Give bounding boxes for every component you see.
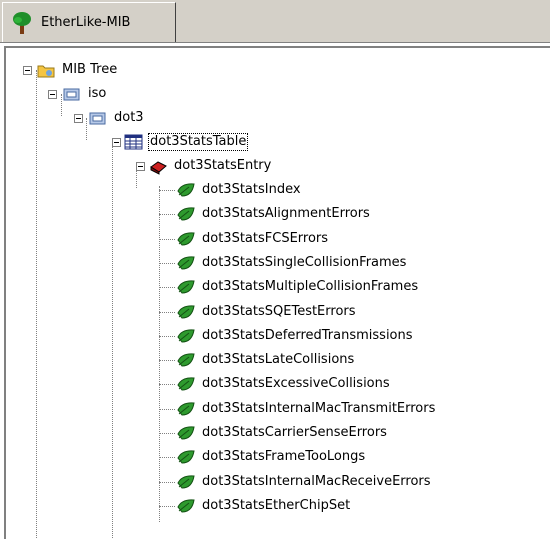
tree-node-dot3[interactable]: dot3 [88,108,146,128]
node-label: dot3StatsEtherChipSet [202,497,351,513]
tree-node-leaf[interactable]: dot3StatsMultipleCollisionFrames [176,277,420,297]
tree-connector [159,384,175,386]
tree-node-leaf[interactable]: dot3StatsEtherChipSet [176,496,352,516]
tree-node-leaf[interactable]: dot3StatsSingleCollisionFrames [176,253,408,273]
tree-connector [36,70,37,539]
collapse-toggle[interactable] [74,114,83,123]
tree-connector [159,408,175,410]
collapse-toggle[interactable] [23,66,32,75]
node-folder-icon [63,88,80,101]
leaf-icon [177,183,195,197]
node-label: iso [88,86,107,101]
node-label: dot3StatsTable [148,133,249,151]
node-label: dot3StatsFCSErrors [202,230,329,246]
tree-connector [159,190,175,191]
collapse-toggle[interactable] [112,138,121,147]
tree-node-leaf[interactable]: dot3StatsInternalMacReceiveErrors [176,472,433,492]
node-label: dot3StatsIndex [202,182,301,197]
tab-label: EtherLike-MIB [41,15,131,30]
node-label: dot3StatsSingleCollisionFrames [202,254,407,270]
leaf-icon [177,474,195,489]
tree-node-iso[interactable]: iso [62,84,108,104]
leaf-icon [177,450,195,464]
tree-connector [159,505,175,507]
node-label: dot3StatsSQETestErrors [202,303,356,319]
node-label: dot3 [114,110,144,125]
entry-icon [150,161,167,175]
node-label: dot3StatsMultipleCollisionFrames [202,279,419,295]
tab-etherlike-mib[interactable]: EtherLike-MIB [2,2,176,42]
leaf-icon [177,426,195,440]
mib-tree-icon [37,65,55,78]
tree-connector [159,287,175,289]
node-folder-icon [89,112,106,125]
node-label: dot3StatsFrameTooLongs [202,449,366,465]
node-label: MIB Tree [62,62,118,77]
tree-node-dot3statstable[interactable]: dot3StatsTable [124,132,249,152]
tree-connector [159,360,175,362]
tree-connector [159,186,160,522]
tree-connector [86,118,87,140]
leaf-icon [177,231,195,246]
tree-connector [159,433,175,434]
tree-connector [159,335,175,337]
collapse-toggle[interactable] [48,90,57,99]
tree-icon [13,11,31,34]
tree-connector [159,311,175,313]
tree-node-leaf[interactable]: dot3StatsIndex [176,180,303,200]
leaf-icon [177,280,195,294]
tree-node-leaf[interactable]: dot3StatsFCSErrors [176,229,330,249]
node-label: dot3StatsCarrierSenseErrors [202,425,387,440]
leaf-icon [177,329,195,343]
tree-node-leaf[interactable]: dot3StatsSQETestErrors [176,302,358,322]
leaf-icon [177,402,195,416]
node-label: dot3StatsInternalMacTransmitErrors [202,400,436,416]
tree-connector [159,481,175,483]
leaf-icon [177,353,195,367]
node-label: dot3StatsExcessiveCollisions [202,376,390,392]
tree-node-dot3statsentry[interactable]: dot3StatsEntry [148,156,273,176]
tree-connector [159,262,175,264]
tree-node-root[interactable]: MIB Tree [36,60,119,80]
tree-connector [159,214,175,216]
tree-node-leaf[interactable]: dot3StatsCarrierSenseErrors [176,423,389,443]
tree-connector [159,238,175,240]
tree-connector [112,142,113,539]
tree-node-leaf[interactable]: dot3StatsFrameTooLongs [176,447,367,467]
node-label: dot3StatsDeferredTransmissions [202,327,413,343]
tree-node-leaf[interactable]: dot3StatsAlignmentErrors [176,204,372,224]
node-label: dot3StatsLateCollisions [202,352,355,368]
tree-node-leaf[interactable]: dot3StatsInternalMacTransmitErrors [176,399,437,419]
tab-strip: EtherLike-MIB [0,0,550,43]
node-label: dot3StatsAlignmentErrors [202,206,370,222]
tree-node-leaf[interactable]: dot3StatsExcessiveCollisions [176,374,392,394]
leaf-icon [177,256,195,270]
collapse-toggle[interactable] [136,162,145,171]
tree-node-leaf[interactable]: dot3StatsLateCollisions [176,350,356,370]
node-label: dot3StatsInternalMacReceiveErrors [202,473,431,489]
node-label: dot3StatsEntry [174,158,272,173]
tree-connector [159,457,175,459]
leaf-icon [177,207,195,221]
leaf-icon [177,499,195,513]
leaf-icon [177,377,195,391]
leaf-icon [177,304,195,319]
tree-node-leaf[interactable]: dot3StatsDeferredTransmissions [176,326,415,346]
mib-tree-view[interactable]: MIB Tree iso dot3 dot3StatsTable dot3Sta… [4,46,550,539]
table-icon [124,134,143,150]
